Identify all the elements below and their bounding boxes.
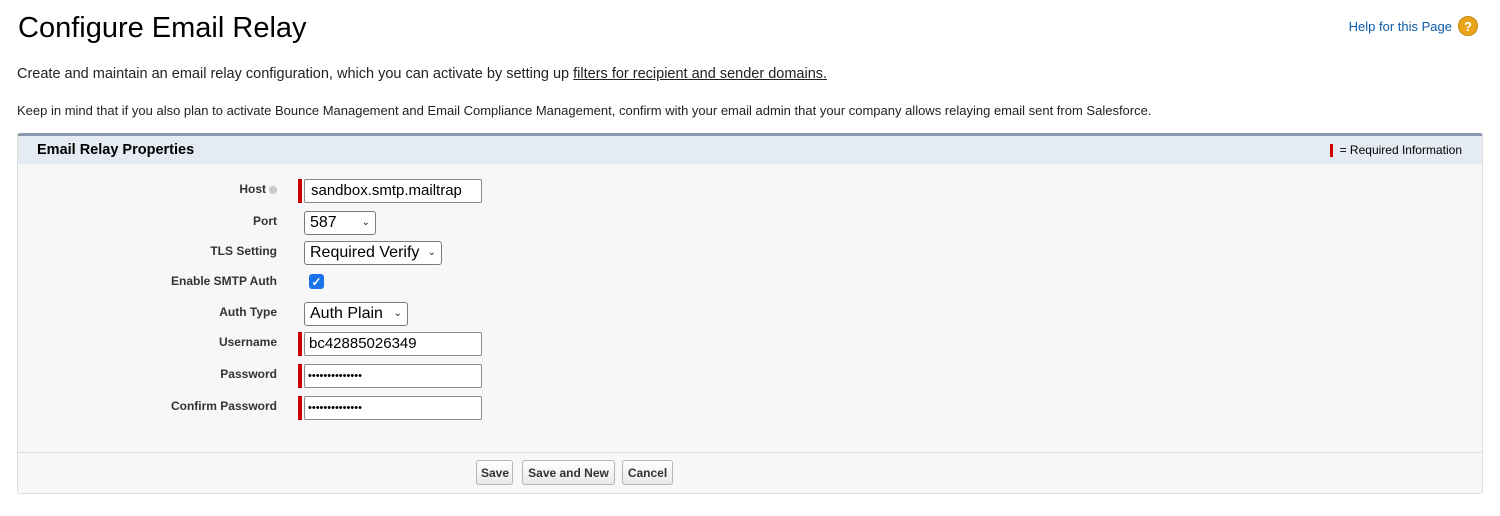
auth-type-value: Auth Plain (310, 305, 383, 322)
password-input[interactable]: •••••••••••••• (304, 364, 482, 388)
username-row: Username bc42885026349 (18, 332, 1482, 358)
password-label: Password (220, 367, 277, 381)
port-value: 587 (310, 214, 337, 231)
required-marker (1329, 143, 1333, 157)
tls-select[interactable]: Required Verify ⌄ (304, 241, 442, 265)
tls-value: Required Verify (310, 244, 420, 261)
host-label: Host (239, 182, 277, 196)
tls-label: TLS Setting (210, 244, 277, 258)
required-marker (298, 396, 302, 420)
cancel-button[interactable]: Cancel (622, 460, 673, 485)
panel-header: Email Relay Properties = Required Inform… (18, 136, 1482, 164)
smtp-auth-label: Enable SMTP Auth (170, 274, 277, 288)
auth-type-select[interactable]: Auth Plain ⌄ (304, 302, 408, 326)
smtp-auth-row: Enable SMTP Auth ✓ (18, 271, 1482, 297)
required-marker (298, 332, 302, 356)
smtp-auth-checkbox[interactable]: ✓ (309, 274, 324, 289)
port-label: Port (253, 214, 277, 228)
tls-row: TLS Setting Required Verify ⌄ (18, 241, 1482, 267)
required-marker (298, 179, 302, 203)
username-input[interactable]: bc42885026349 (304, 332, 482, 356)
panel-title: Email Relay Properties (37, 142, 195, 158)
confirm-password-input[interactable]: •••••••••••••• (304, 396, 482, 420)
password-row: Password •••••••••••••• (18, 364, 1482, 390)
required-marker (298, 364, 302, 388)
chevron-down-icon: ⌄ (361, 217, 370, 228)
auth-type-label: Auth Type (219, 305, 277, 319)
auth-type-row: Auth Type Auth Plain ⌄ (18, 302, 1482, 328)
save-button[interactable]: Save (476, 460, 513, 485)
port-select[interactable]: 587 ⌄ (304, 211, 376, 235)
intro-text: Create and maintain an email relay confi… (17, 66, 827, 82)
button-bar: Save Save and New Cancel (18, 452, 1482, 493)
relay-note: Keep in mind that if you also plan to ac… (17, 103, 1152, 118)
intro-sentence: Create and maintain an email relay confi… (17, 66, 574, 82)
chevron-down-icon: ⌄ (393, 308, 402, 319)
host-input[interactable]: sandbox.smtp.mailtrap (304, 179, 482, 203)
info-icon[interactable] (269, 185, 277, 194)
username-label: Username (218, 335, 277, 349)
required-legend-text: = Required Information (1339, 143, 1462, 157)
required-legend: = Required Information (1329, 143, 1462, 157)
confirm-password-label: Confirm Password (170, 399, 277, 413)
email-relay-properties-panel: Email Relay Properties = Required Inform… (17, 133, 1483, 494)
page-title: Configure Email Relay (18, 12, 307, 44)
port-row: Port 587 ⌄ (18, 211, 1482, 237)
help-link[interactable]: Help for this Page (1349, 19, 1452, 34)
domain-filters-link[interactable]: filters for recipient and sender domains… (573, 66, 827, 82)
host-row: Host sandbox.smtp.mailtrap (18, 179, 1482, 205)
chevron-down-icon: ⌄ (427, 247, 436, 258)
question-icon[interactable]: ? (1458, 16, 1478, 36)
help-link-container: Help for this Page ? (1349, 16, 1478, 36)
confirm-password-row: Confirm Password •••••••••••••• (18, 396, 1482, 422)
save-and-new-button[interactable]: Save and New (522, 460, 615, 485)
